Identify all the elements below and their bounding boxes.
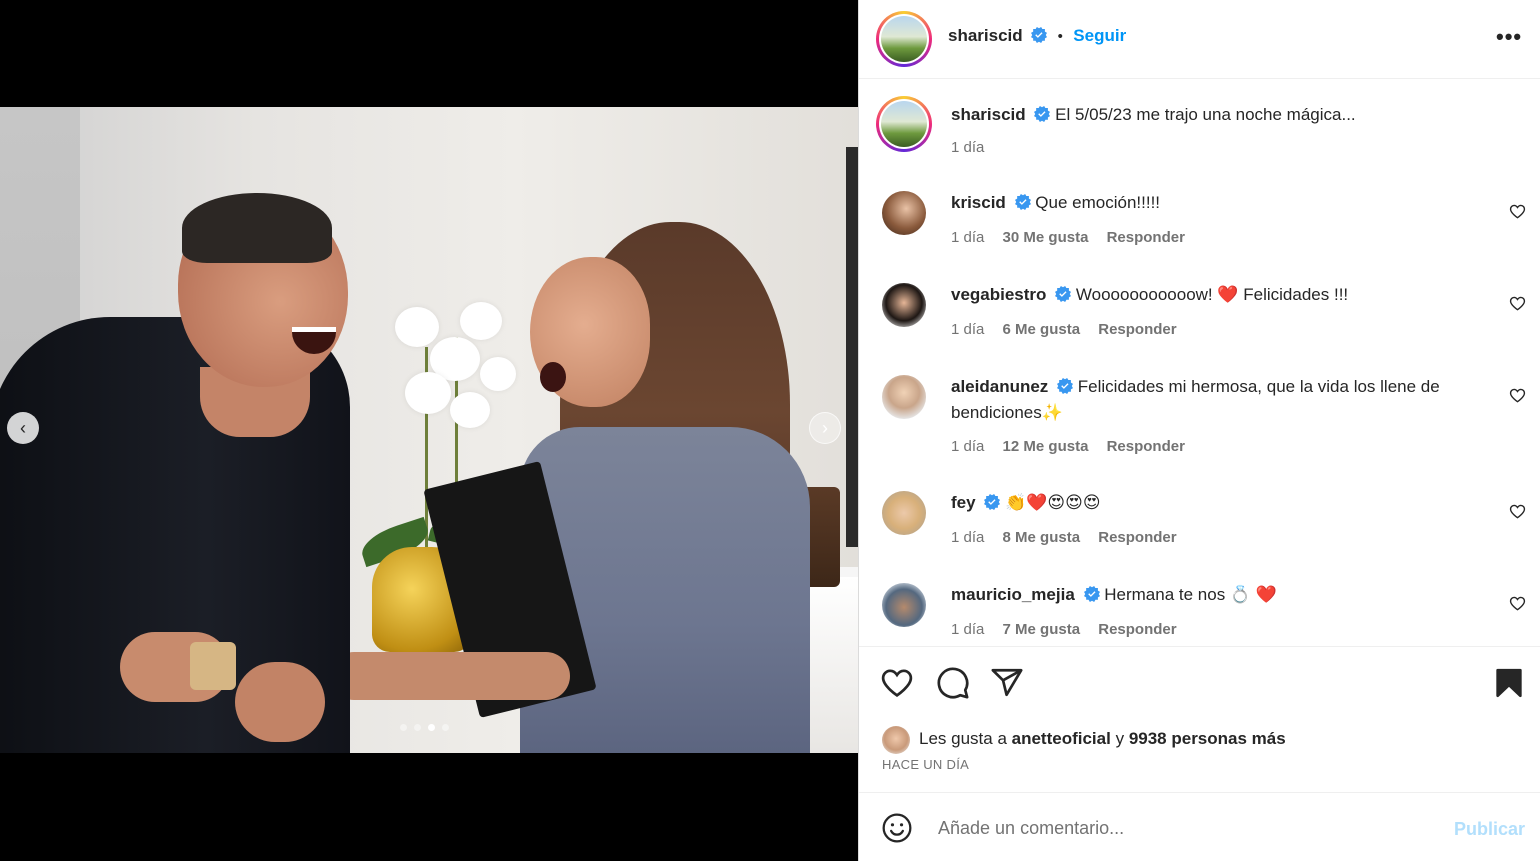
more-options-icon[interactable]: ••• bbox=[1496, 24, 1522, 50]
caption-time: 1 día bbox=[951, 139, 985, 156]
verified-badge-icon bbox=[984, 494, 1001, 510]
comment-username[interactable]: vegabiestro bbox=[951, 285, 1046, 304]
carousel-dot bbox=[414, 724, 421, 731]
carousel-prev-button[interactable]: ‹ bbox=[7, 412, 39, 444]
likes-prefix: Les gusta a bbox=[919, 729, 1007, 748]
reply-button[interactable]: Responder bbox=[1107, 229, 1185, 246]
reply-button[interactable]: Responder bbox=[1098, 321, 1176, 338]
follow-button[interactable]: Seguir bbox=[1073, 26, 1126, 45]
comment-time: 1 día bbox=[951, 229, 985, 246]
comment-like-icon[interactable] bbox=[1509, 203, 1526, 220]
verified-badge-icon bbox=[1014, 194, 1031, 210]
comment-composer: Publicar bbox=[859, 792, 1540, 861]
chevron-left-icon: ‹ bbox=[20, 418, 26, 438]
comment-text: 👏❤️😍😍😍 bbox=[1005, 493, 1101, 512]
header-separator: • bbox=[1057, 28, 1063, 45]
comment-icon[interactable] bbox=[936, 666, 970, 700]
caption-text-block: shariscid El 5/05/23 me trajo una noche … bbox=[951, 102, 1496, 128]
reply-button[interactable]: Responder bbox=[1107, 438, 1185, 455]
comment-likes[interactable]: 8 Me gusta bbox=[1003, 529, 1081, 546]
post-side-panel: shariscid • Seguir ••• shariscid El 5/05… bbox=[858, 0, 1540, 861]
reply-button[interactable]: Responder bbox=[1098, 621, 1176, 638]
comment-time: 1 día bbox=[951, 438, 985, 455]
reply-button[interactable]: Responder bbox=[1098, 529, 1176, 546]
comment-like-icon[interactable] bbox=[1509, 503, 1526, 520]
bookmark-icon[interactable] bbox=[1492, 666, 1526, 700]
author-avatar[interactable] bbox=[876, 11, 932, 67]
publish-button[interactable]: Publicar bbox=[1454, 819, 1525, 840]
comment-time: 1 día bbox=[951, 621, 985, 638]
carousel-dot bbox=[442, 724, 449, 731]
comment-username[interactable]: kriscid bbox=[951, 193, 1006, 212]
share-icon[interactable] bbox=[990, 666, 1024, 700]
comment-like-icon[interactable] bbox=[1509, 387, 1526, 404]
emoji-icon[interactable] bbox=[881, 812, 913, 844]
comment-text: Hermana te nos 💍 ❤️ bbox=[1104, 585, 1277, 604]
comment-likes[interactable]: 7 Me gusta bbox=[1003, 621, 1081, 638]
verified-badge-icon bbox=[1034, 106, 1051, 122]
comment-avatar[interactable] bbox=[882, 375, 926, 419]
post-photo bbox=[0, 107, 858, 753]
post-timestamp[interactable]: HACE UN DÍA bbox=[882, 757, 969, 772]
post-header: shariscid • Seguir ••• bbox=[859, 0, 1540, 79]
comment-time: 1 día bbox=[951, 529, 985, 546]
likes-others-link[interactable]: 9938 personas más bbox=[1129, 729, 1286, 748]
comment-likes[interactable]: 30 Me gusta bbox=[1003, 229, 1089, 246]
likes-avatar[interactable] bbox=[882, 726, 910, 754]
comment-likes[interactable]: 6 Me gusta bbox=[1003, 321, 1081, 338]
comment-avatar[interactable] bbox=[882, 191, 926, 235]
verified-badge-icon bbox=[1083, 586, 1100, 602]
verified-badge-icon bbox=[1057, 378, 1074, 394]
comment-text: Que emoción!!!!! bbox=[1035, 193, 1161, 212]
comments-list[interactable]: shariscid El 5/05/23 me trajo una noche … bbox=[859, 80, 1540, 646]
likes-summary: Les gusta a anetteoficial y 9938 persona… bbox=[919, 729, 1286, 749]
author-username[interactable]: shariscid bbox=[948, 26, 1023, 45]
comment-avatar[interactable] bbox=[882, 491, 926, 535]
comment-input[interactable] bbox=[936, 807, 1420, 849]
comment-time: 1 día bbox=[951, 321, 985, 338]
comment-likes[interactable]: 12 Me gusta bbox=[1003, 438, 1089, 455]
action-bar: Les gusta a anetteoficial y 9938 persona… bbox=[859, 646, 1540, 792]
caption-username[interactable]: shariscid bbox=[951, 105, 1026, 124]
verified-badge-icon bbox=[1055, 286, 1072, 302]
likes-user-link[interactable]: anetteoficial bbox=[1012, 729, 1111, 748]
comment-username[interactable]: aleidanunez bbox=[951, 377, 1048, 396]
comment-username[interactable]: mauricio_mejia bbox=[951, 585, 1075, 604]
post-media: ‹ › bbox=[0, 0, 858, 861]
comment-avatar[interactable] bbox=[882, 283, 926, 327]
caption-text: El 5/05/23 me trajo una noche mágica... bbox=[1055, 105, 1356, 124]
carousel-next-button[interactable]: › bbox=[809, 412, 841, 444]
caption-avatar[interactable] bbox=[876, 96, 932, 152]
verified-badge-icon bbox=[1031, 27, 1048, 43]
comment-like-icon[interactable] bbox=[1509, 595, 1526, 612]
carousel-dot bbox=[400, 724, 407, 731]
comment-like-icon[interactable] bbox=[1509, 295, 1526, 312]
comment-text: Wooooooooooow! ❤️ Felicidades !!! bbox=[1075, 285, 1349, 304]
heart-icon[interactable] bbox=[880, 666, 914, 700]
likes-joiner: y bbox=[1115, 729, 1125, 748]
comment-avatar[interactable] bbox=[882, 583, 926, 627]
carousel-dots bbox=[400, 724, 449, 731]
carousel-dot-active bbox=[428, 724, 435, 731]
chevron-right-icon: › bbox=[822, 418, 828, 438]
comment-username[interactable]: fey bbox=[951, 493, 976, 512]
